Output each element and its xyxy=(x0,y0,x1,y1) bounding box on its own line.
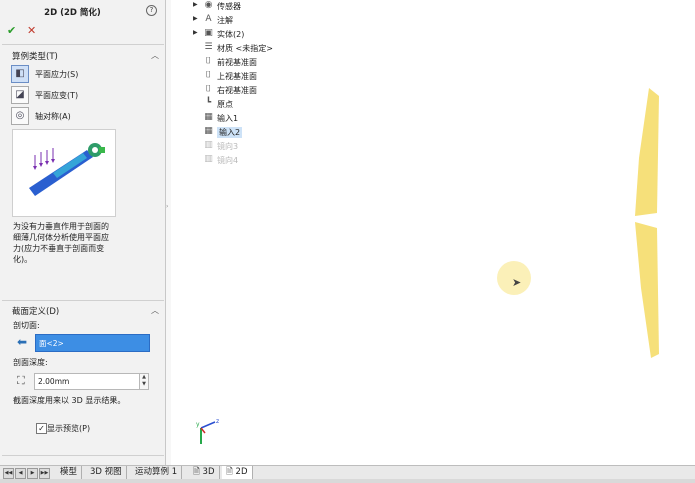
model-2d-section[interactable] xyxy=(631,88,671,368)
plane-stress-label: 平面应力(S) xyxy=(35,70,79,79)
depth-icon: ⛶ xyxy=(17,374,25,387)
tree-item-label: 实体(2) xyxy=(217,30,245,39)
next-tab-icon[interactable]: ▶ xyxy=(27,468,38,479)
solid-bodies-icon: ▣ xyxy=(204,28,213,38)
axisymmetric-label: 轴对称(A) xyxy=(35,112,71,121)
panel-header: 2D (2D 简化) ? xyxy=(0,0,165,20)
panel-title: 2D (2D 简化) xyxy=(44,8,101,18)
section-plane-value: 面<2> xyxy=(39,339,64,348)
collapse-section-icon[interactable]: ︿ xyxy=(151,305,159,316)
section-plane-field[interactable]: 面<2> xyxy=(35,334,150,352)
divider xyxy=(2,455,164,456)
collapse-study-type-icon[interactable]: ︿ xyxy=(151,50,159,61)
origin-icon: ┗ xyxy=(205,98,212,108)
material-icon: ☰ xyxy=(204,42,213,52)
import-icon: ▦ xyxy=(204,126,213,136)
tree-item-label: 输入2 xyxy=(217,127,243,138)
tab-sim-2d-label: 2D xyxy=(235,467,248,477)
plane-strain-icon: ◪ xyxy=(11,86,29,104)
study-type-preview-image xyxy=(12,129,116,217)
graphics-area[interactable]: ▶ ◉ 传感器 ▶ A 注解 ▶ ▣ 实体(2) ☰ 材质 <未指定> ⌷ 前视… xyxy=(171,0,695,465)
bottom-tab-bar: ◀◀ ◀ ▶ ▶▶ 模型 3D 视图 运动算例 1 🗎 3D 🗎 2D xyxy=(0,465,695,479)
ok-button[interactable]: ✔ xyxy=(7,24,16,37)
plane-icon: ⌷ xyxy=(205,70,212,80)
show-preview-label: 显示预览(P) xyxy=(47,424,91,433)
tab-sim-2d[interactable]: 🗎 2D xyxy=(222,466,253,479)
axisymmetric-icon: ◎ xyxy=(11,107,29,125)
section-depth-value: 2.00mm xyxy=(38,377,70,386)
face-selection-icon: ⬅ xyxy=(17,335,28,349)
annotation-icon: A xyxy=(205,14,212,24)
plane-icon: ⌷ xyxy=(205,84,212,94)
section-definition-title[interactable]: 截面定义(D) xyxy=(12,305,59,317)
section-depth-note: 截面深度用来以 3D 显示结果。 xyxy=(13,396,126,405)
triad-y-label: y xyxy=(196,421,200,428)
cancel-button[interactable]: ✕ xyxy=(27,24,36,37)
divider xyxy=(2,44,164,45)
wrench-illustration xyxy=(29,143,105,196)
tree-item-label: 原点 xyxy=(217,100,233,109)
tree-item-label: 上视基准面 xyxy=(217,72,257,81)
plane-icon: ⌷ xyxy=(205,56,212,66)
property-manager-panel: 2D (2D 简化) ? ✔ ✕ 算例类型(T) ︿ ◧ 平面应力(S) ◪ 平… xyxy=(0,0,166,465)
tab-motion-study[interactable]: 运动算例 1 xyxy=(131,466,183,479)
mirror-icon: ▥ xyxy=(204,154,213,164)
show-preview-checkbox[interactable]: ✓ xyxy=(36,423,47,434)
first-tab-icon[interactable]: ◀◀ xyxy=(3,468,14,479)
tree-item-label: 注解 xyxy=(217,16,233,25)
study-type-section-title[interactable]: 算例类型(T) xyxy=(12,50,58,62)
last-tab-icon[interactable]: ▶▶ xyxy=(39,468,50,479)
tree-item-label: 输入1 xyxy=(217,114,239,123)
tree-item-label: 材质 <未指定> xyxy=(217,44,273,53)
prev-tab-icon[interactable]: ◀ xyxy=(15,468,26,479)
tab-nav-buttons: ◀◀ ◀ ▶ ▶▶ xyxy=(3,467,51,479)
expand-arrow-icon[interactable]: ▶ xyxy=(193,1,198,8)
divider xyxy=(2,300,164,301)
section-depth-input[interactable]: 2.00mm xyxy=(34,373,140,390)
triad-z-label: z xyxy=(216,418,219,425)
study-icon: 🗎 xyxy=(193,467,203,477)
orientation-triad: z y xyxy=(196,418,219,444)
study-icon: 🗎 xyxy=(226,467,236,477)
tree-item-label: 镜向3 xyxy=(217,142,239,151)
plane-stress-icon: ◧ xyxy=(11,65,29,83)
import-icon: ▦ xyxy=(204,112,213,122)
study-type-description: 为没有力垂直作用于剖面的细薄几何体分析使用平面应力(应力不垂直于剖面而变化)。 xyxy=(13,222,109,264)
section-plane-label: 剖切面: xyxy=(13,321,40,330)
tab-3d-view[interactable]: 3D 视图 xyxy=(86,466,127,479)
status-bar xyxy=(0,479,695,483)
help-icon[interactable]: ? xyxy=(146,5,157,16)
mirror-icon: ▥ xyxy=(204,140,213,150)
tree-item-label: 前视基准面 xyxy=(217,58,257,67)
sensor-icon: ◉ xyxy=(204,0,213,10)
section-depth-label: 剖面深度: xyxy=(13,358,48,367)
expand-arrow-icon[interactable]: ▶ xyxy=(193,29,198,36)
expand-arrow-icon[interactable]: ▶ xyxy=(193,15,198,22)
tab-sim-3d[interactable]: 🗎 3D xyxy=(189,466,220,479)
tab-sim-3d-label: 3D xyxy=(202,467,215,477)
tab-model[interactable]: 模型 xyxy=(56,466,83,479)
mouse-cursor-icon: ➤ xyxy=(512,276,522,289)
depth-spinner[interactable]: ▲ ▼ xyxy=(139,373,149,390)
tree-item-label: 镜向4 xyxy=(217,156,239,165)
tree-item-label: 右视基准面 xyxy=(217,86,257,95)
splitter-grip-icon[interactable]: › xyxy=(166,203,170,213)
tree-item-label: 传感器 xyxy=(217,2,241,11)
plane-strain-label: 平面应变(T) xyxy=(35,91,79,100)
